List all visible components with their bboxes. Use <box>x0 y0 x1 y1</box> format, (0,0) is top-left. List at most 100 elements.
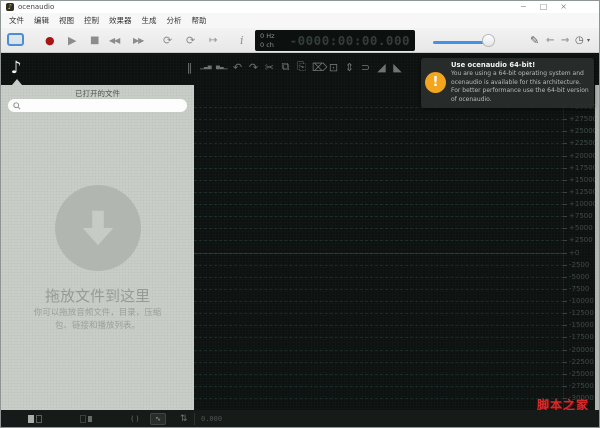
channels-value: 0 ch <box>260 40 274 49</box>
grid-line <box>194 313 564 315</box>
selection-brackets-icon[interactable]: ( ) <box>131 410 139 427</box>
panel-toggle-icon[interactable] <box>80 410 92 427</box>
window-title: ocenaudio <box>18 3 55 11</box>
title-bar: ♪ ocenaudio − □ × <box>1 1 599 13</box>
scale-tick <box>563 361 567 363</box>
scale-tick <box>563 337 567 339</box>
notification-title: Use ocenaudio 64-bit! <box>451 61 536 69</box>
fit-vertical-icon[interactable]: ⇕ <box>344 61 355 74</box>
notification-body: You are using a 64-bit operating system … <box>451 70 589 104</box>
minimize-button[interactable]: − <box>520 1 527 13</box>
menu-item-1[interactable]: 编辑 <box>34 15 49 26</box>
grid-line <box>194 204 564 206</box>
menu-item-2[interactable]: 视图 <box>59 15 74 26</box>
scale-tick <box>563 301 567 303</box>
grid-line <box>194 191 564 193</box>
grid-line <box>194 228 564 230</box>
menu-item-6[interactable]: 分析 <box>167 15 182 26</box>
amplitude-zoom-in-icon[interactable]: ▁▃▅ <box>200 64 212 70</box>
scale-tick <box>563 167 567 169</box>
grid-line <box>194 373 564 375</box>
search-icon <box>13 101 21 110</box>
vertical-zoom-icon[interactable]: ⇅ <box>180 410 188 427</box>
rewind-button[interactable]: ◀◀ <box>109 32 120 49</box>
copy-icon[interactable]: ⧉ <box>280 60 291 74</box>
scale-tick <box>563 191 567 193</box>
scale-tick <box>563 288 567 290</box>
maximize-button[interactable]: □ <box>540 1 548 13</box>
menu-item-4[interactable]: 效果器 <box>109 15 132 26</box>
grid-line <box>194 361 564 363</box>
grid-line <box>194 240 564 242</box>
menu-item-7[interactable]: 帮助 <box>192 15 207 26</box>
edit-pen-icon[interactable]: ✎ <box>530 32 539 49</box>
download-arrow-icon <box>82 210 114 246</box>
grid-line <box>194 216 564 218</box>
crop-icon[interactable]: ⊡ <box>328 61 339 74</box>
time-counter: -0000:00:00.000 <box>289 33 410 48</box>
file-search-box[interactable] <box>8 99 187 112</box>
loop-selection-button[interactable]: ⟳ <box>186 32 195 49</box>
grid-line <box>194 143 564 145</box>
vertical-scrollbar[interactable] <box>595 85 599 410</box>
grid-line <box>194 288 564 290</box>
grid-line <box>194 325 564 327</box>
edit-toolbar: ‖ ▁▃▅ ▅▃▁ ↶ ↷ ✂ ⧉ ⎘ ⌦ ⊡ ⇕ ⊃ ◢ ◣ <box>184 56 403 78</box>
history-dropdown-caret-icon[interactable]: ▾ <box>587 32 590 49</box>
info-button[interactable]: i <box>240 32 244 49</box>
time-display: 0 Hz 0 ch -0000:00:00.000 <box>255 30 415 51</box>
drop-title: 拖放文件到这里 <box>44 287 150 305</box>
history-clock-icon[interactable]: ◷ <box>575 32 584 49</box>
sample-rate-value: 0 Hz <box>260 31 275 40</box>
cut-icon[interactable]: ✂ <box>264 61 275 74</box>
grid-line <box>194 131 564 133</box>
grid-line <box>194 301 564 303</box>
grid-line <box>194 167 564 169</box>
fade-in-icon[interactable]: ◢ <box>376 61 387 74</box>
grid-line <box>194 398 564 400</box>
paste-icon[interactable]: ⎘ <box>296 60 307 74</box>
main-toolbar: ● ▶ ■ ◀◀ ▶▶ ⟳ ⟳ ↦ i 0 Hz 0 ch -0000:00:0… <box>1 28 599 53</box>
file-drop-zone[interactable]: 拖放文件到这里 你可以拖放音频文件，目录，压缩包、链接和播放列表。 <box>1 175 194 345</box>
scale-tick <box>563 373 567 375</box>
scale-tick <box>563 143 567 145</box>
menu-item-0[interactable]: 文件 <box>9 15 24 26</box>
scale-tick <box>563 179 567 181</box>
fast-forward-button[interactable]: ▶▶ <box>133 32 144 49</box>
undo-icon[interactable]: ↶ <box>232 61 243 74</box>
fit-view-icon[interactable]: ∿ <box>150 413 166 425</box>
grid-line <box>194 337 564 339</box>
scale-tick <box>563 131 567 133</box>
close-button[interactable]: × <box>560 1 567 13</box>
loop-button[interactable]: ⟳ <box>163 32 172 49</box>
sidebar-header: 已打开的文件 <box>75 89 120 98</box>
scale-tick <box>563 155 567 157</box>
play-button[interactable]: ▶ <box>68 32 76 49</box>
drop-circle <box>55 185 141 271</box>
grid-line <box>194 119 564 121</box>
stop-button[interactable]: ■ <box>90 32 99 49</box>
delete-icon[interactable]: ⌦ <box>312 61 328 74</box>
menu-item-5[interactable]: 生成 <box>142 15 157 26</box>
opened-files-sidebar: 已打开的文件 拖放文件到这里 你可以拖放音频文件，目录，压缩包、链接和播放列表。 <box>1 85 194 410</box>
navigate-back-button[interactable]: ← <box>546 32 554 49</box>
search-input[interactable] <box>24 100 178 111</box>
navigate-forward-button[interactable]: → <box>561 32 569 49</box>
amplitude-zoom-out-icon[interactable]: ▅▃▁ <box>216 64 228 70</box>
handle-icon[interactable]: ‖ <box>184 61 195 74</box>
redo-icon[interactable]: ↷ <box>248 61 259 74</box>
interface-view-selector-icon[interactable] <box>7 33 24 46</box>
statusbar-separator <box>194 413 195 425</box>
notification-popup[interactable]: ! Use ocenaudio 64-bit! You are using a … <box>421 58 594 108</box>
layout-toggle-icon[interactable] <box>28 410 42 427</box>
grid-line <box>194 264 564 266</box>
record-button[interactable]: ● <box>45 32 55 49</box>
ocenaudio-window: ♪ ocenaudio − □ × 文件 编辑 视图 控制 效果器 生成 分析 帮助 ● ▶ … <box>0 0 600 428</box>
scale-tick <box>563 313 567 315</box>
play-from-cursor-button[interactable]: ↦ <box>209 32 217 49</box>
volume-slider-knob[interactable] <box>482 34 495 47</box>
reverse-icon[interactable]: ⊃ <box>360 61 371 74</box>
fade-out-icon[interactable]: ◣ <box>392 61 403 74</box>
status-bar: ( ) ∿ ⇅ 0.000 <box>1 410 599 427</box>
menu-item-3[interactable]: 控制 <box>84 15 99 26</box>
